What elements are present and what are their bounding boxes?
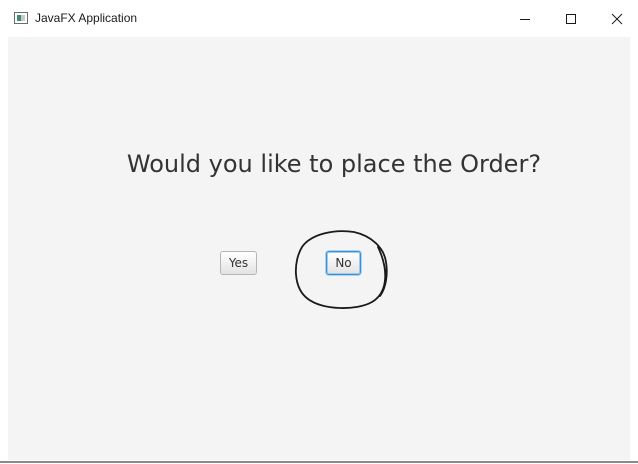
yes-button[interactable]: Yes <box>220 251 257 275</box>
app-window: JavaFX Application Would you like to pla… <box>0 0 638 464</box>
minimize-icon <box>520 18 530 20</box>
minimize-button[interactable] <box>502 0 548 37</box>
question-label: Would you like to place the Order? <box>126 150 542 178</box>
title-bar[interactable]: JavaFX Application <box>0 0 638 37</box>
window-title: JavaFX Application <box>35 11 138 25</box>
maximize-icon <box>566 13 576 24</box>
app-icon <box>14 12 28 24</box>
close-icon <box>611 13 623 24</box>
content-pane: Would you like to place the Order? Yes N… <box>8 37 630 460</box>
close-button[interactable] <box>594 0 638 37</box>
no-button[interactable]: No <box>326 251 361 275</box>
maximize-button[interactable] <box>548 0 594 37</box>
window-bottom-border <box>0 461 638 463</box>
